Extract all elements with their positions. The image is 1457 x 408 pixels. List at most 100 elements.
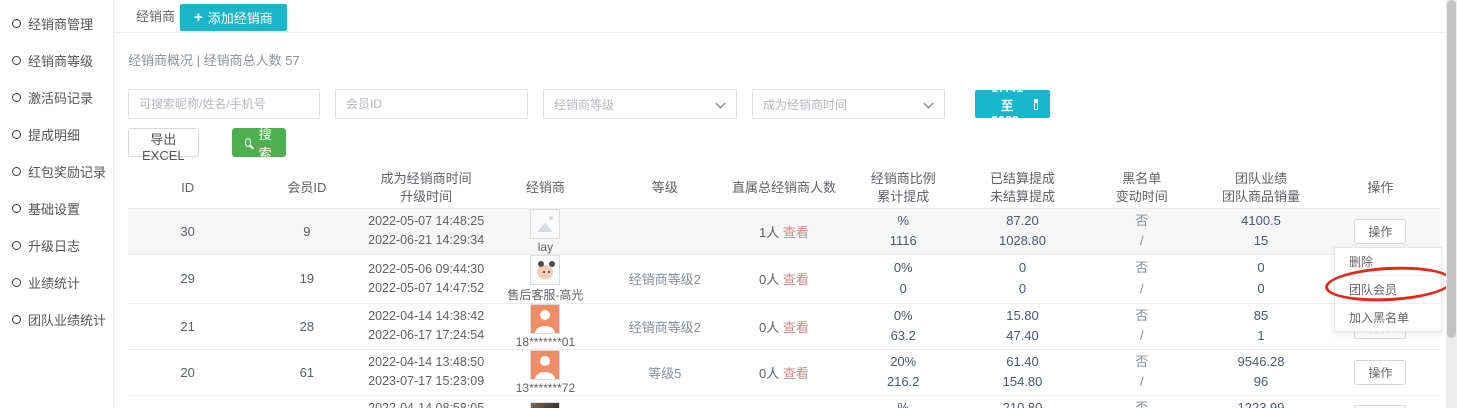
dropdown-menu-item[interactable]: 删除 xyxy=(1335,248,1441,275)
sidebar-item[interactable]: 升级日志 xyxy=(0,227,113,264)
export-excel-button[interactable]: 导出 EXCEL xyxy=(128,128,199,157)
avatar xyxy=(530,350,560,380)
cell-times: 2022-05-06 09:44:30 2022-05-07 14:47:52 xyxy=(367,254,486,303)
cell-level xyxy=(605,395,724,408)
cell-id: 21 xyxy=(128,303,247,349)
table-header-cell: 经销商 xyxy=(486,168,605,208)
circle-outline-icon xyxy=(12,167,21,176)
circle-outline-icon xyxy=(12,130,21,139)
sidebar-item-label: 激活码记录 xyxy=(28,88,93,107)
cell-member-id: 16 xyxy=(247,395,366,408)
avatar xyxy=(530,304,560,334)
cell-team-performance: 9546.28 96 xyxy=(1201,349,1320,395)
cell-ratio: % 1116 xyxy=(844,208,963,254)
sidebar-item[interactable]: 团队业绩统计 xyxy=(0,301,113,338)
cell-member-id: 9 xyxy=(247,208,366,254)
chevron-down-icon xyxy=(924,99,934,109)
table-header-cell: ID xyxy=(128,168,247,208)
tab-distributor[interactable]: 经销商 xyxy=(136,0,175,33)
cell-id: 19 xyxy=(128,395,247,408)
cell-blacklist: 否 / xyxy=(1082,395,1201,408)
circle-outline-icon xyxy=(12,56,21,65)
action-button[interactable]: 操作 xyxy=(1354,360,1406,385)
magnifier-icon xyxy=(245,138,251,147)
cell-direct-count: 0人 查看 xyxy=(724,349,843,395)
circle-outline-icon xyxy=(12,204,21,213)
view-link[interactable]: 查看 xyxy=(783,320,809,335)
cell-ratio: 0% 0 xyxy=(844,254,963,303)
sidebar-item-label: 团队业绩统计 xyxy=(28,310,106,329)
table-row: 21 28 2022-04-14 14:38:42 2022-06-17 17:… xyxy=(128,303,1440,349)
sidebar-item-label: 经销商管理 xyxy=(28,14,93,33)
calendar-icon xyxy=(1034,99,1038,110)
sidebar-item[interactable]: 红包奖励记录 xyxy=(0,153,113,190)
sidebar-item[interactable]: 业绩统计 xyxy=(0,264,113,301)
cell-blacklist: 否 / xyxy=(1082,349,1201,395)
table-row: 29 19 2022-05-06 09:44:30 2022-05-07 14:… xyxy=(128,254,1440,303)
add-distributor-label: 添加经销商 xyxy=(208,8,273,27)
table-header-cell: 等级 xyxy=(605,168,724,208)
circle-outline-icon xyxy=(12,278,21,287)
add-distributor-button[interactable]: + 添加经销商 xyxy=(180,4,287,31)
cell-action: 操作 xyxy=(1321,395,1440,408)
distributor-table: ID 会员ID 成为经销商时间 升级时间 经销商 xyxy=(128,168,1440,408)
cell-distributor: 18*******01 xyxy=(486,303,605,349)
table-header-cell: 直属总经销商人数 xyxy=(724,168,843,208)
sidebar-item-label: 红包奖励记录 xyxy=(28,162,106,181)
dropdown-menu-item[interactable]: 团队会员 xyxy=(1335,275,1441,303)
search-button[interactable]: 搜索 xyxy=(232,128,286,157)
cell-distributor: lay xyxy=(486,208,605,254)
level-select[interactable]: 经销商等级 xyxy=(543,89,737,119)
sidebar-item[interactable]: 经销商等级 xyxy=(0,42,113,79)
cell-member-id: 19 xyxy=(247,254,366,303)
sidebar-item-label: 业绩统计 xyxy=(28,273,80,292)
cell-level: 经销商等级2 xyxy=(605,303,724,349)
cell-level xyxy=(605,208,724,254)
dropdown-menu-item[interactable]: 加入黑名单 xyxy=(1335,303,1441,331)
sidebar-item[interactable]: 经销商管理 xyxy=(0,5,113,42)
distributor-name: 18*******01 xyxy=(486,335,605,349)
cell-times: 2022-04-14 13:48:50 2023-07-17 15:23:09 xyxy=(367,349,486,395)
table-row: 30 9 2022-05-07 14:48:25 2022-06-21 14:2… xyxy=(128,208,1440,254)
action-button[interactable]: 操作 xyxy=(1354,219,1406,244)
sidebar-item[interactable]: 提成明细 xyxy=(0,116,113,153)
action-dropdown-menu: 删除 团队会员 加入黑名单 xyxy=(1334,247,1442,332)
distributor-name: 13*******72 xyxy=(486,381,605,395)
table-header-cell: 操作 xyxy=(1321,168,1440,208)
distributor-name: lay xyxy=(486,240,605,254)
sidebar-item[interactable]: 基础设置 xyxy=(0,190,113,227)
view-link[interactable]: 查看 xyxy=(783,225,809,240)
cell-settlement: 61.40 154.80 xyxy=(963,349,1082,395)
cell-team-performance: 1223.99 4 xyxy=(1201,395,1320,408)
table-header-cell: 团队业绩 团队商品销量 xyxy=(1201,168,1320,208)
table-header-cell: 会员ID xyxy=(247,168,366,208)
cell-distributor: 13*******72 xyxy=(486,349,605,395)
table-row: 19 16 2022-04-14 08:58:05 2022-09-02 11:… xyxy=(128,395,1440,408)
avatar xyxy=(530,255,560,285)
table-row: 20 61 2022-04-14 13:48:50 2023-07-17 15:… xyxy=(128,349,1440,395)
cell-direct-count: 1人 查看 xyxy=(724,208,843,254)
sidebar-item[interactable]: 激活码记录 xyxy=(0,79,113,116)
table-header-cell: 经销商比例 累计提成 xyxy=(844,168,963,208)
cell-id: 20 xyxy=(128,349,247,395)
circle-outline-icon xyxy=(12,315,21,324)
table-header-cell: 已结算提成 未结算提成 xyxy=(963,168,1082,208)
date-range-button[interactable]: 2023-08-02 17:41 至 2023-08-02 17:41 xyxy=(975,90,1050,118)
cell-level: 等级5 xyxy=(605,349,724,395)
sidebar-item-label: 提成明细 xyxy=(28,125,80,144)
distributor-admin-page: 经销商管理 经销商等级 激活码记录 提成明细 红包奖励记录 xyxy=(0,0,1457,408)
time-type-select[interactable]: 成为经销商时间 xyxy=(752,89,945,119)
cell-direct-count: 0人 查看 xyxy=(724,303,843,349)
view-link[interactable]: 查看 xyxy=(783,366,809,381)
table-header-cell: 成为经销商时间 升级时间 xyxy=(367,168,486,208)
keyword-search-input[interactable] xyxy=(128,89,320,119)
vertical-scrollbar-track[interactable] xyxy=(1446,0,1457,408)
cell-team-performance: 4100.5 15 xyxy=(1201,208,1320,254)
vertical-scrollbar-thumb[interactable] xyxy=(1447,0,1456,338)
cell-id: 29 xyxy=(128,254,247,303)
cell-direct-count: 0人 查看 xyxy=(724,254,843,303)
member-id-input[interactable] xyxy=(335,89,528,119)
avatar xyxy=(530,402,560,408)
cell-blacklist: 否 / xyxy=(1082,303,1201,349)
view-link[interactable]: 查看 xyxy=(783,272,809,287)
